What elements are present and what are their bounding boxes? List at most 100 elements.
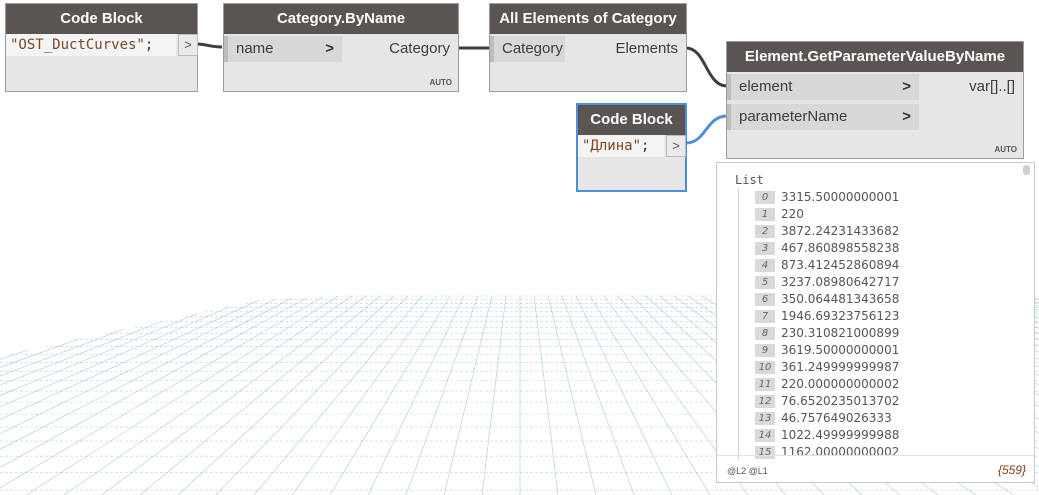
list-item[interactable]: 8 230.310821000899 bbox=[755, 325, 899, 342]
lacing-tag[interactable]: AUTO bbox=[429, 78, 452, 87]
port-label: name bbox=[236, 40, 274, 57]
list-value: 220.000000000002 bbox=[781, 377, 900, 391]
list-item[interactable]: 2 3872.24231433682 bbox=[755, 223, 899, 240]
list-value: 3619.50000000001 bbox=[781, 343, 900, 357]
output-preview-panel[interactable]: List 0 3315.50000000001 1 220 2 3872.24231433… bbox=[716, 162, 1035, 483]
list-value: 76.6520235013702 bbox=[781, 394, 900, 408]
grid-line bbox=[139, 295, 381, 495]
code-semicolon: ; bbox=[144, 37, 154, 53]
list-index: 6 bbox=[755, 293, 775, 306]
list-item[interactable]: 9 3619.50000000001 bbox=[755, 342, 899, 359]
list-item[interactable]: 12 76.6520235013702 bbox=[755, 393, 899, 410]
list-value: 230.310821000899 bbox=[781, 326, 900, 340]
input-port-category[interactable]: Category bbox=[490, 36, 565, 62]
list-item[interactable]: 0 3315.50000000001 bbox=[755, 189, 899, 206]
list-value: 361.249999999987 bbox=[781, 360, 900, 374]
list-item[interactable]: 14 1022.49999999988 bbox=[755, 427, 899, 444]
grid-line bbox=[533, 295, 559, 495]
list-index: 4 bbox=[755, 259, 775, 272]
grid-line bbox=[589, 295, 711, 495]
list-item[interactable]: 15 1162.00000000002 bbox=[755, 444, 899, 461]
grid-line bbox=[481, 295, 507, 495]
grid-line bbox=[101, 295, 367, 495]
all-elements-of-category-node[interactable]: All Elements of Category Category Elemen… bbox=[489, 3, 687, 92]
code-block-code[interactable]: "OST_DuctCurves"; bbox=[6, 34, 176, 56]
grid-line bbox=[329, 295, 451, 495]
chevron-right-icon: > bbox=[902, 78, 911, 95]
grid-line bbox=[575, 295, 673, 495]
node-title: Category.ByName bbox=[224, 4, 458, 34]
list-item[interactable]: 4 873.412452860894 bbox=[755, 257, 899, 274]
code-block-node-selected[interactable]: Code Block "Длина"; > bbox=[576, 103, 687, 192]
list-value: 467.860898558238 bbox=[781, 241, 900, 255]
code-string: "OST_DuctCurves" bbox=[10, 37, 145, 53]
list-item[interactable]: 6 350.064481343658 bbox=[755, 291, 899, 308]
list-item[interactable]: 13 46.757649026333 bbox=[755, 410, 899, 427]
lacing-tag[interactable]: AUTO bbox=[994, 145, 1017, 154]
input-port-parametername[interactable]: parameterName > bbox=[727, 104, 919, 130]
port-row: element > var[]..[] bbox=[727, 74, 1021, 100]
grid-line bbox=[253, 295, 423, 495]
list-index: 12 bbox=[755, 395, 775, 408]
grid-line bbox=[443, 295, 493, 495]
list-item[interactable]: 7 1946.69323756123 bbox=[755, 308, 899, 325]
list-item[interactable]: 3 467.860898558238 bbox=[755, 240, 899, 257]
grid-line bbox=[215, 295, 409, 495]
node-title: Code Block bbox=[6, 4, 197, 34]
list-value: 873.412452860894 bbox=[781, 258, 900, 272]
input-port-element[interactable]: element > bbox=[727, 74, 919, 100]
chevron-right-icon: > bbox=[902, 108, 911, 125]
code-block-code[interactable]: "Длина"; bbox=[578, 135, 664, 157]
list-title: List bbox=[735, 173, 764, 187]
port-row: parameterName > bbox=[727, 104, 1021, 130]
get-parameter-value-node[interactable]: Element.GetParameterValueByName element … bbox=[726, 41, 1024, 159]
list-value: 220 bbox=[781, 207, 804, 221]
list-levels: @L2 @L1 bbox=[727, 466, 768, 476]
code-block-node[interactable]: Code Block "OST_DuctCurves"; > bbox=[5, 3, 198, 92]
item-count: {559} bbox=[997, 463, 1026, 477]
list-index: 0 bbox=[755, 191, 775, 204]
input-port-name[interactable]: name > bbox=[224, 36, 342, 62]
output-port-elements[interactable]: Elements bbox=[615, 36, 684, 62]
list-index: 1 bbox=[755, 208, 775, 221]
list-index: 2 bbox=[755, 225, 775, 238]
node-title: Code Block bbox=[578, 105, 685, 135]
chevron-right-icon: > bbox=[325, 40, 334, 57]
list-value: 46.757649026333 bbox=[781, 411, 892, 425]
list-index: 14 bbox=[755, 429, 775, 442]
list-value: 1946.69323756123 bbox=[781, 309, 900, 323]
list-value: 350.064481343658 bbox=[781, 292, 900, 306]
graph-canvas[interactable]: Code Block "OST_DuctCurves"; > Category.… bbox=[0, 0, 1039, 495]
node-title: Element.GetParameterValueByName bbox=[727, 42, 1023, 72]
category-by-name-node[interactable]: Category.ByName name > Category AUTO bbox=[223, 3, 459, 92]
list-value: 3315.50000000001 bbox=[781, 190, 900, 204]
grid-line bbox=[561, 295, 635, 495]
scrollbar-thumb[interactable] bbox=[1023, 165, 1030, 175]
list-tree-line bbox=[738, 189, 739, 459]
list-index: 13 bbox=[755, 412, 775, 425]
list-value: 3237.08980642717 bbox=[781, 275, 900, 289]
list-index: 9 bbox=[755, 344, 775, 357]
list-item[interactable]: 5 3237.08980642717 bbox=[755, 274, 899, 291]
grid-line bbox=[405, 295, 479, 495]
list-item[interactable]: 10 361.249999999987 bbox=[755, 359, 899, 376]
output-port-category[interactable]: Category bbox=[389, 36, 456, 62]
value-list[interactable]: 0 3315.50000000001 1 220 2 3872.24231433682 3 4… bbox=[755, 189, 899, 461]
list-index: 11 bbox=[755, 378, 775, 391]
grid-line bbox=[367, 295, 465, 495]
list-index: 7 bbox=[755, 310, 775, 323]
grid-line bbox=[547, 295, 597, 495]
list-index: 15 bbox=[755, 446, 775, 459]
node-title: All Elements of Category bbox=[490, 4, 686, 34]
output-port[interactable]: > bbox=[666, 135, 686, 157]
output-port[interactable]: > bbox=[178, 34, 198, 56]
output-port-var[interactable]: var[]..[] bbox=[969, 74, 1021, 100]
list-index: 3 bbox=[755, 242, 775, 255]
port-row: Category Elements bbox=[490, 36, 684, 62]
grid-line bbox=[291, 295, 437, 495]
list-item[interactable]: 11 220.000000000002 bbox=[755, 376, 899, 393]
code-string: "Длина" bbox=[582, 138, 642, 154]
code-semicolon: ; bbox=[641, 138, 650, 154]
list-item[interactable]: 1 220 bbox=[755, 206, 899, 223]
list-index: 8 bbox=[755, 327, 775, 340]
